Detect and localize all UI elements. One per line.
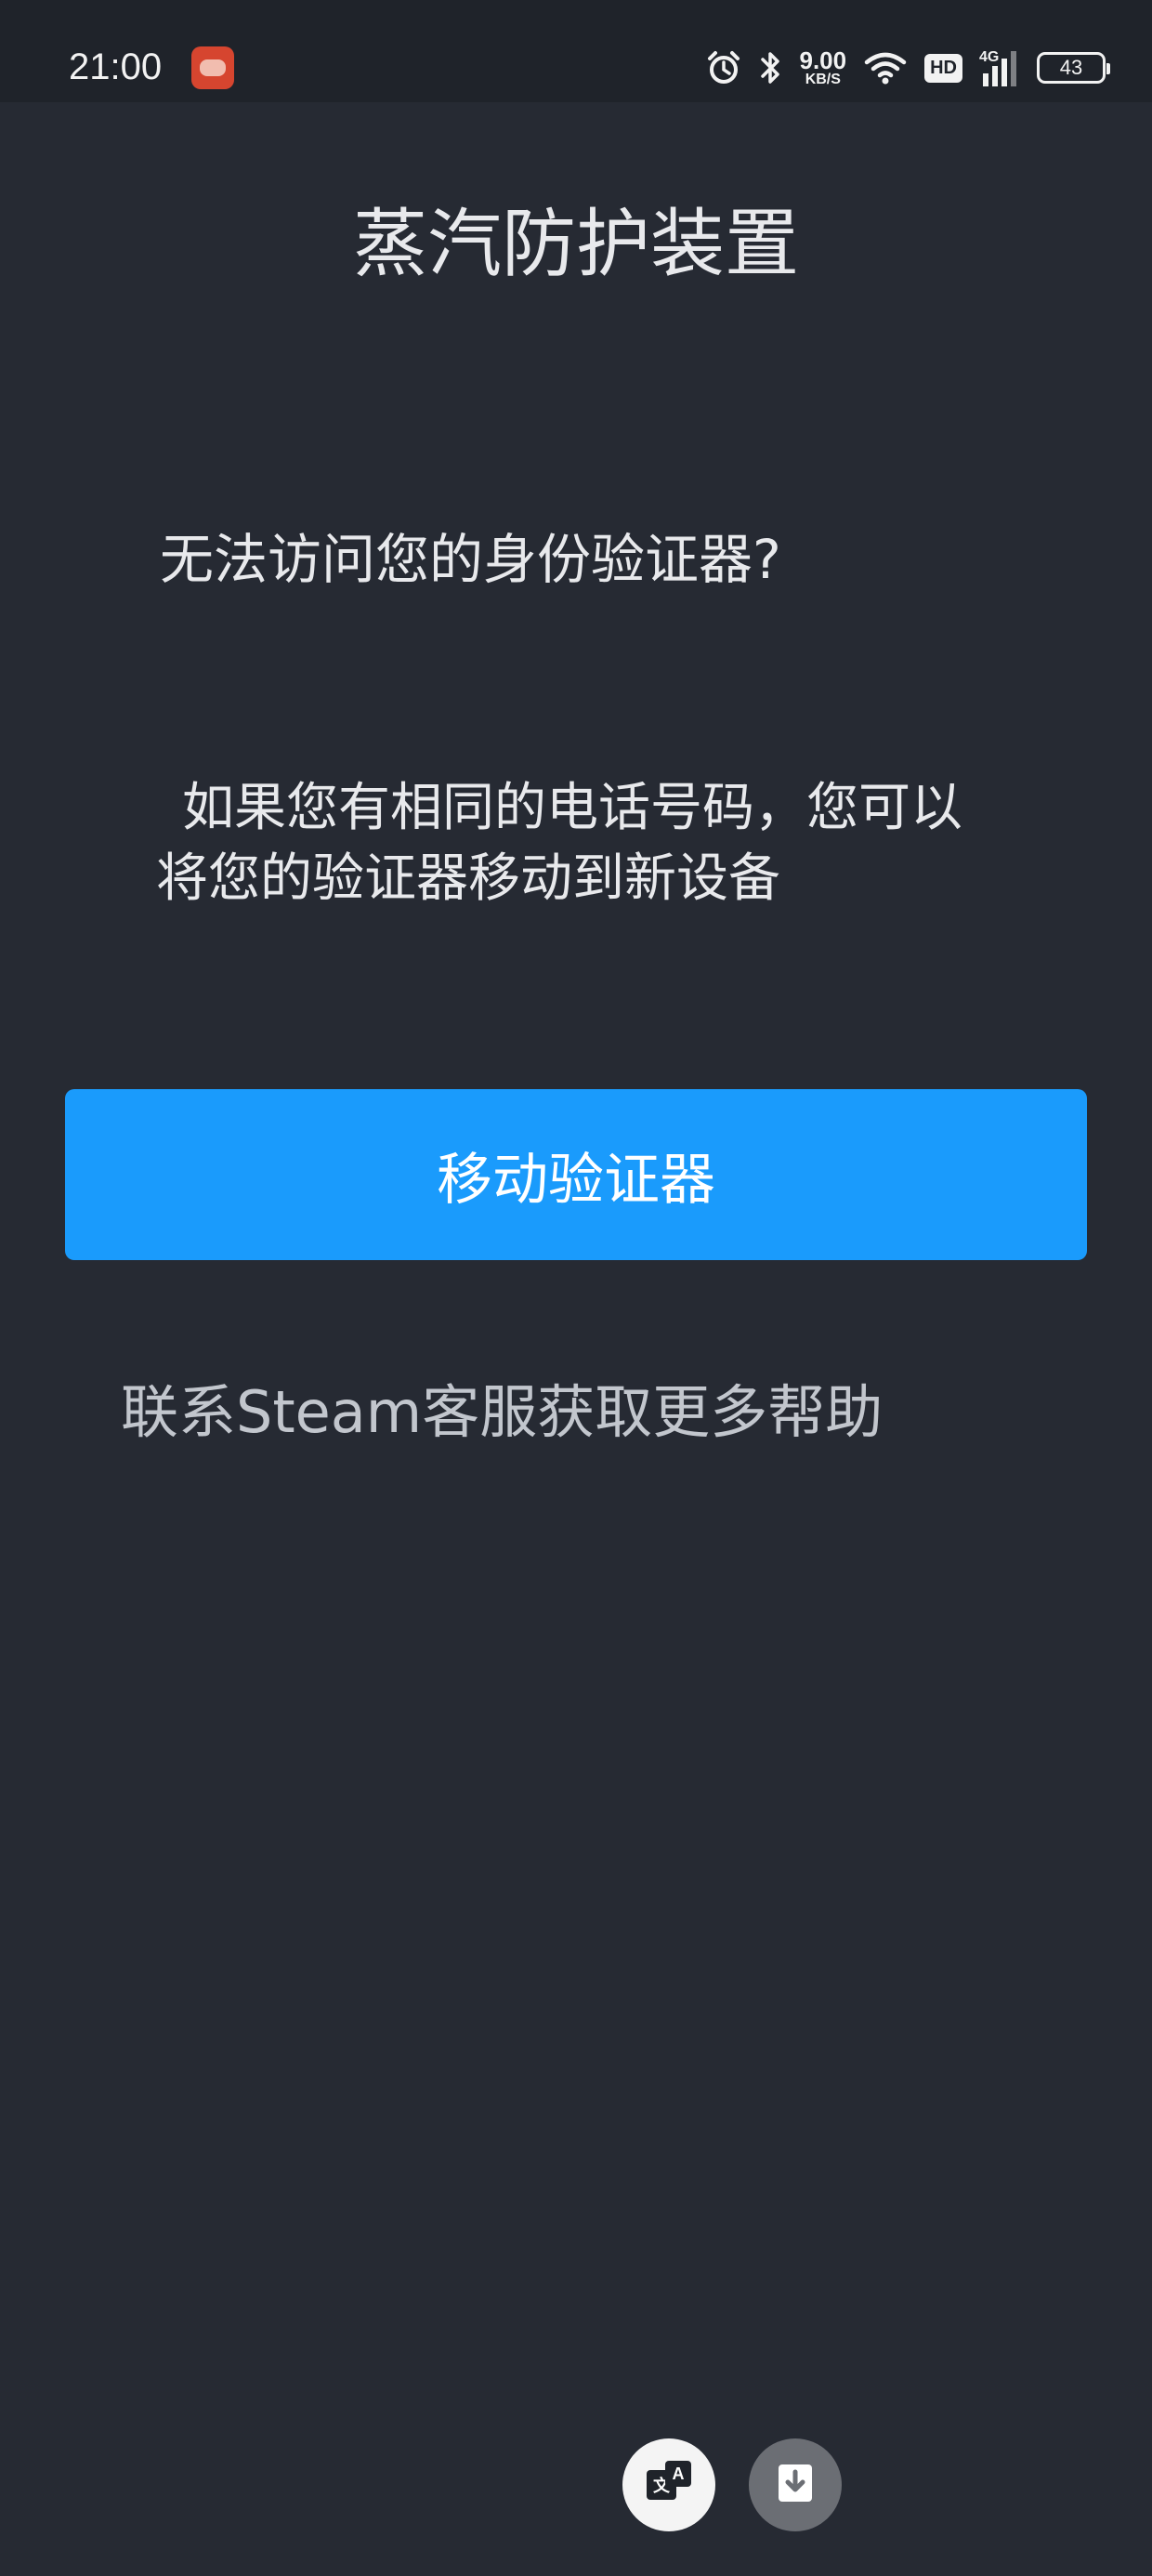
description-text: 如果您有相同的电话号码，您可以将您的验证器移动到新设备: [156, 778, 962, 909]
battery-icon: 43: [1037, 52, 1110, 84]
status-icons: 9.00 KB/S HD 4G 43: [705, 43, 1110, 93]
status-bar: 21:00 9.00 KB/S HD 4G 43: [0, 0, 1152, 102]
download-button[interactable]: [749, 2438, 842, 2531]
bluetooth-icon: [759, 49, 783, 86]
network-speed-value: 9.00: [799, 46, 847, 74]
download-icon: [771, 2459, 819, 2511]
svg-text:A: A: [673, 2464, 685, 2483]
hd-badge: HD: [924, 53, 962, 83]
wifi-icon: [863, 49, 908, 86]
status-time: 21:00: [69, 46, 163, 87]
translate-button[interactable]: 文 A: [622, 2438, 715, 2531]
move-authenticator-button[interactable]: 移动验证器: [65, 1089, 1087, 1260]
alarm-icon: [705, 49, 742, 86]
translate-icon: 文 A: [643, 2457, 695, 2513]
contact-support-link[interactable]: 联系Steam客服获取更多帮助: [121, 1375, 883, 1450]
question-heading: 无法访问您的身份验证器?: [160, 528, 781, 591]
move-authenticator-button-label: 移动验证器: [437, 1147, 715, 1213]
page-title: 蒸汽防护装置: [353, 201, 799, 287]
network-speed: 9.00 KB/S: [800, 48, 847, 87]
signal-icon: 4G: [979, 49, 1020, 86]
signal-label: 4G: [979, 49, 1000, 65]
battery-level: 43: [1059, 56, 1083, 79]
network-speed-unit: KB/S: [805, 72, 841, 87]
app-notification-icon: [191, 46, 234, 89]
